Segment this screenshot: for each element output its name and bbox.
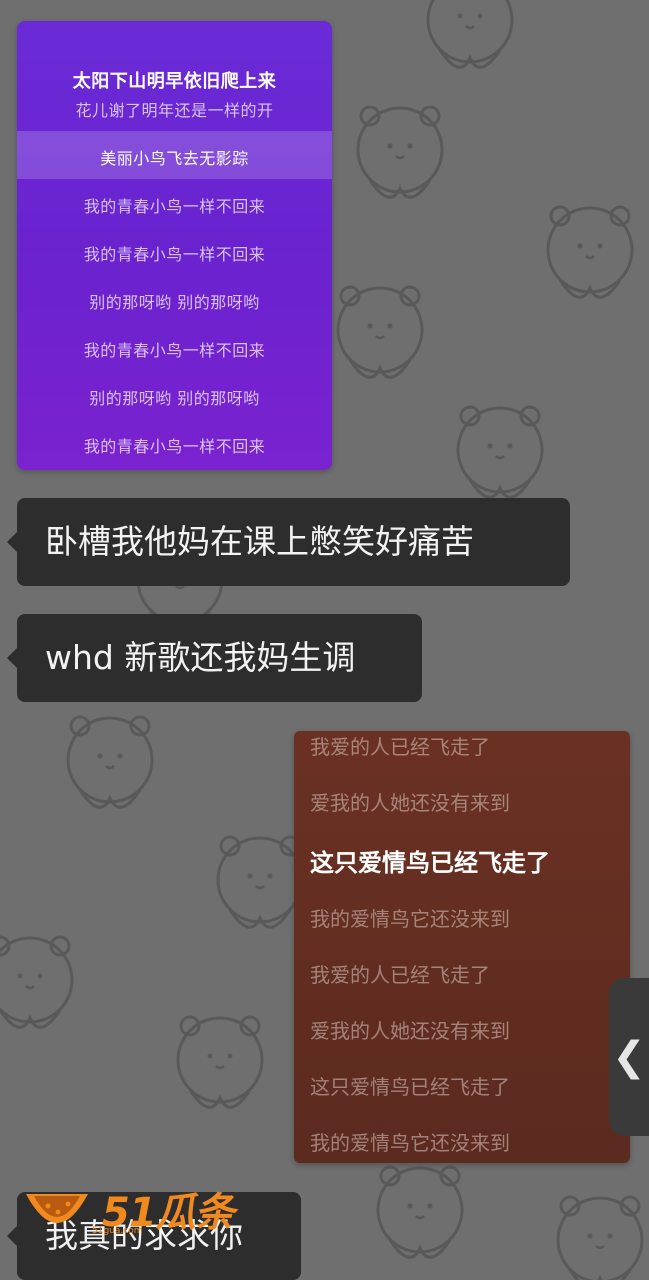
- purple-lyrics-card[interactable]: 太阳下山明早依旧爬上来 花儿谢了明年还是一样的开 美丽小鸟飞去无影踪 我的青春小…: [17, 21, 332, 470]
- lyric-line: 我爱的人已经飞走了: [310, 735, 490, 759]
- message-text: whd 新歌还我妈生调: [45, 638, 356, 677]
- lyric-line: 我的青春小鸟一样不回来: [83, 437, 266, 456]
- lyric-line: 我的青春小鸟一样不回来: [83, 245, 266, 264]
- side-panel-handle[interactable]: ❮: [609, 978, 649, 1136]
- lyric-line-current: 这只爱情鸟已经飞走了: [310, 849, 550, 877]
- lyric-line: 别的那呀哟 别的那呀哟: [89, 293, 260, 312]
- watermark-url: 51gua.com: [92, 1226, 143, 1236]
- chevron-left-icon: ❮: [612, 1034, 646, 1080]
- lyric-line: 爱我的人她还没有来到: [310, 1019, 510, 1043]
- watermelon-logo-icon: [26, 1194, 88, 1223]
- lyric-line: 这只爱情鸟已经飞走了: [310, 1075, 510, 1099]
- lyric-line: 太阳下山明早依旧爬上来: [72, 71, 277, 92]
- lyric-line: 我爱的人已经飞走了: [310, 963, 490, 987]
- message-bubble[interactable]: 卧槽我他妈在课上憋笑好痛苦: [7, 498, 570, 586]
- lyric-line: 我的青春小鸟一样不回来: [83, 197, 266, 216]
- lyric-line: 爱我的人她还没有来到: [310, 791, 510, 815]
- watermark: 51瓜条 51gua.com: [22, 1180, 235, 1240]
- lyric-line: 我的爱情鸟它还没来到: [310, 1131, 510, 1155]
- lyric-line: 我的青春小鸟一样不回来: [83, 341, 266, 360]
- lyric-line: 我的爱情鸟它还没来到: [310, 907, 510, 931]
- brown-lyrics-card[interactable]: 我爱的人已经飞走了 爱我的人她还没有来到 这只爱情鸟已经飞走了 我的爱情鸟它还没…: [294, 731, 630, 1163]
- lyric-line: 花儿谢了明年还是一样的开: [75, 101, 274, 120]
- lyric-line-current: 美丽小鸟飞去无影踪: [100, 149, 249, 168]
- message-bubble[interactable]: whd 新歌还我妈生调: [7, 614, 422, 702]
- lyric-line: 别的那呀哟 别的那呀哟: [89, 389, 260, 408]
- message-text: 卧槽我他妈在课上憋笑好痛苦: [45, 522, 474, 561]
